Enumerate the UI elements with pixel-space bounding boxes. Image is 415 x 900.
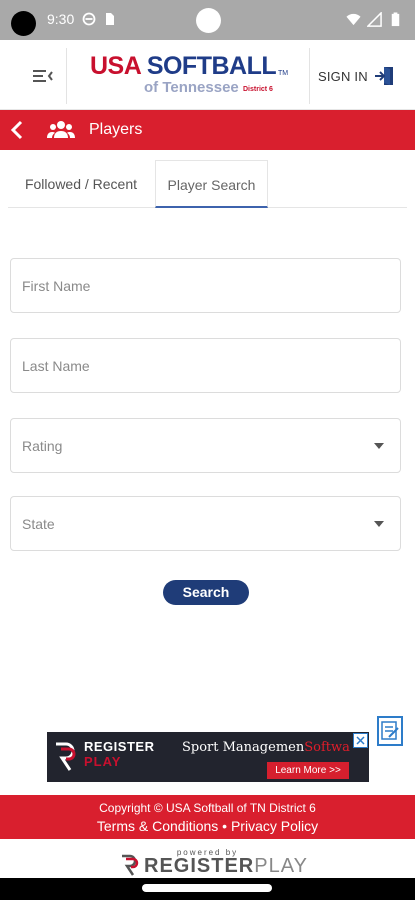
divider [309,48,310,104]
users-icon [47,121,75,138]
rating-select-label: Rating [22,438,63,454]
wifi-icon [346,13,361,26]
footer: Copyright © USA Softball of TN District … [0,795,415,839]
registerplay-logo-icon [56,742,76,771]
divider [66,48,67,104]
back-arrow-icon [10,120,23,140]
registerplay-wordmark: REGISTERPLAY [144,855,308,878]
sign-in-label: SIGN IN [318,68,368,84]
phone-screen: 9:30 USA SOFTBALL TM of Tennessee Distri… [0,0,415,900]
sim-card-icon [106,13,114,25]
front-camera [196,8,221,33]
ad-close-button[interactable] [353,733,368,748]
tab-followed-recent[interactable]: Followed / Recent [8,160,154,208]
usa-softball-logo[interactable]: USA SOFTBALL TM of Tennessee District 6 [88,50,293,102]
system-navigation-bar [0,878,415,900]
notes-icon [381,721,399,740]
logo-trademark: TM [278,70,289,77]
logo-district: District 6 [243,86,273,93]
ad-tagline-accent: Softwa [304,740,350,755]
logo-state: of Tennessee [144,79,239,96]
search-button[interactable]: Search [163,580,249,605]
status-bar: 9:30 [0,0,415,40]
registerplay-register: REGISTER [144,855,255,877]
privacy-link[interactable]: Privacy Policy [231,818,318,834]
close-icon [356,736,365,745]
state-select[interactable]: State [10,496,401,551]
ad-brand-top: REGISTER [84,739,155,754]
status-indicators [346,12,403,27]
signal-icon [367,12,382,27]
ad-brand-bottom: PLAY [84,754,122,769]
last-name-field [10,338,401,393]
last-name-input[interactable] [11,339,400,392]
menu-icon [33,70,53,82]
terms-link[interactable]: Terms & Conditions [97,818,218,834]
battery-icon [391,12,400,27]
data-saver-icon [82,12,96,26]
ad-tagline-main: Sport Managemen [182,740,305,755]
menu-button[interactable] [22,62,62,90]
ad-learn-more-button[interactable]: Learn More >> [267,762,349,779]
registerplay-play: PLAY [254,855,308,877]
section-bar: Players [0,110,415,150]
logo-wordmark: USA SOFTBALL [90,52,277,81]
registerplay-logo-icon [122,854,139,876]
app-header: USA SOFTBALL TM of Tennessee District 6 … [0,40,415,110]
notes-button[interactable] [377,716,403,746]
first-name-input[interactable] [11,259,400,312]
section-title: Players [89,121,143,138]
tab-player-search[interactable]: Player Search [155,160,268,208]
powered-by-registerplay[interactable]: powered by REGISTERPLAY [0,848,415,878]
dropdown-caret-icon [374,443,384,449]
status-time: 9:30 [47,11,75,27]
logo-usa: USA [90,52,141,80]
sign-in-button[interactable]: SIGN IN [318,66,394,86]
footer-separator: • [222,818,228,834]
tab-bar: Followed / Recent Player Search [8,160,407,208]
ad-tagline: Sport ManagemenSoftwa [182,740,350,755]
back-button[interactable] [4,116,32,144]
first-name-field [10,258,401,313]
advertisement-banner[interactable]: REGISTER PLAY Sport ManagemenSoftwa Lear… [47,732,369,782]
rating-select[interactable]: Rating [10,418,401,473]
dropdown-caret-icon [374,521,384,527]
logo-softball: SOFTBALL [146,52,277,80]
home-gesture-handle[interactable] [142,884,272,892]
camera-cutout [11,11,36,36]
copyright-text: Copyright © USA Softball of TN District … [99,801,316,815]
state-select-label: State [22,516,55,532]
notification-icons [82,12,116,26]
sign-in-icon [374,67,393,85]
footer-links: Terms & Conditions • Privacy Policy [0,818,415,834]
